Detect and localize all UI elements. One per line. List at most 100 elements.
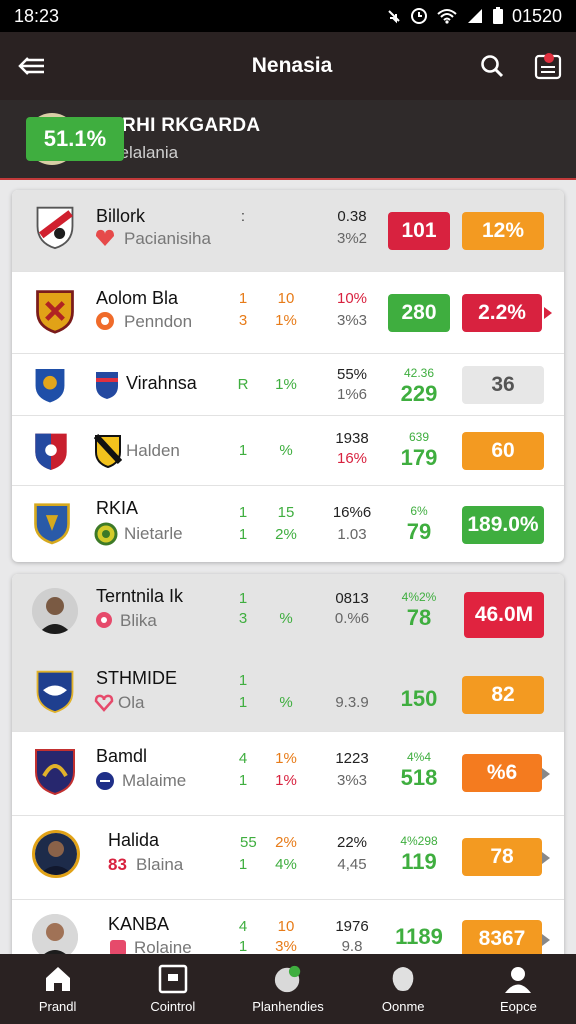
heart-crest-icon: [96, 229, 114, 246]
stat-b-bottom: 1%: [275, 772, 297, 789]
stat-c-bottom: 9.8: [341, 938, 363, 955]
stat-c-top: 0.38: [337, 208, 367, 225]
back-button[interactable]: [0, 32, 64, 100]
team-name: RKIA: [96, 498, 139, 518]
nav-control-label: Cointrol: [150, 999, 196, 1014]
ball-icon: [273, 964, 303, 994]
nav-planning[interactable]: Planhendies: [230, 954, 345, 1024]
stat-b: %: [279, 442, 293, 459]
stat-c-bottom: 0.%6: [334, 610, 370, 627]
table-row[interactable]: RKIA Nietarle 1 1 15 2% 16%6 1.03 6% 79 …: [12, 486, 564, 562]
team-subtitle: Blika: [120, 611, 157, 630]
stat-b-bottom: %: [279, 694, 293, 711]
team-subtitle: Pacianisiha: [124, 229, 211, 248]
stat-c-bottom: 16%: [336, 450, 368, 467]
stat-c-bottom: 1%6: [336, 386, 368, 403]
navy-crest-icon: [96, 772, 114, 790]
stat-d-top: 42.36: [403, 366, 435, 380]
blue-lion-crest-icon: [35, 369, 65, 403]
player-photo-icon: [35, 833, 77, 875]
blue-gold-crest-icon: [34, 503, 70, 545]
wifi-icon: [437, 9, 457, 24]
nav-home-label: Prandl: [38, 999, 77, 1014]
stat-b-bottom: 4%: [275, 856, 297, 873]
team-subtitle: Ola: [118, 693, 145, 712]
percent-badge: 2.2%: [462, 294, 542, 332]
pink-crest-icon: [96, 612, 112, 628]
app-bar: Nenasia: [0, 32, 576, 100]
stat-b-top: 15: [277, 504, 295, 521]
stat-a-bottom: 3: [238, 312, 248, 329]
nav-community[interactable]: Oonme: [346, 954, 461, 1024]
stat-b-bottom: 3%: [275, 938, 297, 955]
pink-heart-crest-icon: [94, 694, 114, 712]
nav-control[interactable]: Cointrol: [115, 954, 230, 1024]
stat-d-bottom: 1189: [395, 924, 443, 949]
stat-b-bottom: 1%: [275, 312, 297, 329]
page-title: Nenasia: [251, 54, 333, 77]
profile-icon: [503, 964, 533, 994]
black-yellow-crest-icon: [94, 434, 122, 468]
player-avatar: [32, 588, 78, 634]
value-badge: 46.0M: [464, 592, 544, 638]
table-row[interactable]: Bamdl Malaime 4 1 1% 1% 1223 3%3 4%4 518…: [12, 732, 564, 816]
stat-a-top: 55: [240, 834, 257, 851]
stat-a-top: 1: [238, 672, 248, 689]
stat-a-top: 1: [238, 504, 248, 521]
stat-d-bottom: 79: [406, 519, 432, 544]
player-avatar: [32, 830, 80, 878]
table-row[interactable]: Terntnila Ik Blika 1 3 % 0813 0.%6 4%2% …: [12, 574, 564, 654]
team-subtitle: Halden: [126, 441, 180, 460]
status-time: 18:23: [14, 5, 60, 26]
percent-badge: 36: [462, 366, 544, 404]
featured-team-names: DARHI RKGARDA Nelelalania: [94, 115, 550, 163]
search-button[interactable]: [464, 32, 520, 100]
stat-a-bottom: 1: [238, 772, 248, 789]
stat-c-bottom: 9.3.9: [335, 694, 369, 711]
score-badge: 280: [388, 294, 450, 332]
table-row[interactable]: Billork Pacianisiha : 0.38 3%2 101 12%: [12, 190, 564, 272]
nav-home[interactable]: Prandl: [0, 954, 115, 1024]
team-name: Virahnsa: [126, 373, 197, 393]
stat-a: 1: [238, 442, 248, 459]
stat-c-bottom: 3%2: [336, 230, 368, 247]
table-row[interactable]: STHMIDE Ola 1 1 % 9.3.9 150 82: [12, 654, 564, 732]
table-row[interactable]: Virahnsa R 1% 55% 1%6 42.36 229 36: [12, 354, 564, 416]
blue-white-crest-icon: [36, 670, 74, 714]
stat-a-bottom: 1: [238, 694, 248, 711]
stat-c-top: 55%: [336, 366, 368, 383]
stat-a: R: [237, 376, 249, 393]
nav-profile[interactable]: Eopce: [461, 954, 576, 1024]
alarm-icon: [410, 8, 427, 24]
stat-c-top: 16%6: [332, 504, 372, 521]
stat-a-top: 1: [238, 290, 248, 307]
signal-icon: [467, 9, 482, 23]
team-subtitle: Blaina: [136, 855, 184, 874]
team-name: Terntnila Ik: [96, 586, 184, 606]
stat-b: 1%: [275, 376, 297, 393]
notifications-button[interactable]: [520, 32, 576, 100]
orange-crest-icon: [96, 312, 114, 330]
chevron-right-icon: [542, 852, 550, 864]
stat-c-bottom: 3%3: [336, 772, 368, 789]
stat-c-bottom: 3%3: [336, 312, 368, 329]
featured-team-row[interactable]: DARHI RKGARDA Nelelalania 51.1%: [0, 100, 576, 180]
stat-b-top: 10: [277, 290, 295, 307]
table-row[interactable]: Halida 83 Blaina 55 1 2% 4% 22% 4,45 4%2…: [12, 816, 564, 900]
chevron-right-icon: [542, 934, 550, 946]
table-row[interactable]: Aolom Bla Penndon 1 3 10 1% 10% 3%3 280 …: [12, 272, 564, 354]
home-icon: [43, 964, 73, 994]
red-blue-crest-icon: [35, 433, 67, 470]
stat-a-top: 1: [238, 590, 248, 607]
blue-red-crest-icon: [96, 372, 118, 399]
table-row[interactable]: Halden 1 % 1938 16% 639 179 60: [12, 416, 564, 486]
nav-planning-label: Planhendies: [252, 999, 324, 1014]
mute-icon: [388, 10, 400, 24]
stat-c-top: 1976: [335, 918, 369, 935]
stat-d-bottom: 78: [406, 605, 432, 630]
stat-d-top: 4%4: [406, 750, 432, 764]
stat-c-top: 0813: [335, 590, 369, 607]
featured-value-badge: 51.1%: [26, 117, 124, 161]
stat-d-bottom: 150: [400, 686, 438, 711]
team-subtitle: Malaime: [122, 771, 187, 790]
